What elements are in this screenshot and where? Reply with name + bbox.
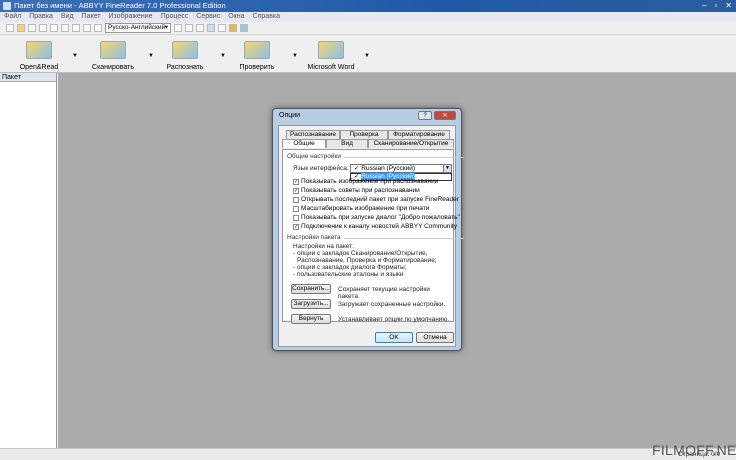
load-description: Загружает сохраненные настройки.	[338, 301, 446, 308]
tab-proofing[interactable]: Проверка	[340, 130, 388, 139]
checkbox-label: Показывать изображение при распознавании	[301, 178, 439, 185]
interface-language-select[interactable]: ✓ Russian (Русский) ▼	[350, 164, 452, 173]
menu-batch[interactable]: Пакет	[82, 12, 101, 22]
open-icon[interactable]	[17, 24, 25, 32]
chevron-down-icon[interactable]: ▼	[443, 165, 451, 172]
close-button[interactable]: ✕	[725, 0, 732, 12]
check-icon	[244, 41, 270, 59]
button-label: Проверить	[239, 64, 275, 71]
batch-panel-header: Пакет	[0, 73, 56, 82]
selected-language: Russian (Русский)	[361, 165, 416, 172]
zoom-in-icon[interactable]	[83, 24, 91, 32]
view-icon[interactable]	[207, 24, 215, 32]
checkbox-news-feed[interactable]: ✓ Подключение к каналу новостей ABBYY Com…	[293, 223, 457, 230]
wizard-icon[interactable]	[229, 24, 237, 32]
cancel-button[interactable]: Отмена	[416, 332, 454, 343]
menu-window[interactable]: Окна	[228, 12, 244, 22]
button-label: Open&Read	[19, 64, 59, 71]
main-toolbar: Open&Read ▼ Сканировать ▼ Распознать ▼ П…	[0, 36, 736, 73]
button-label: Сканировать	[92, 64, 134, 71]
save-description: Сохраняет текущие настройки пакета.	[338, 286, 430, 300]
tab-view[interactable]: Вид	[326, 139, 368, 148]
tab-scan-open[interactable]: Сканирование/Открытие	[368, 139, 454, 148]
scan-button[interactable]: Сканировать	[78, 39, 148, 71]
zoom-out-icon[interactable]	[94, 24, 102, 32]
title-bar: Пакет без имени - ABBYY FineReader 7.0 P…	[0, 0, 736, 12]
button-label: Microsoft Word	[307, 64, 355, 71]
recognize-button[interactable]: Распознать	[150, 39, 220, 71]
checkbox-welcome-dialog[interactable]: Показывать при запуске диалог "Добро пож…	[293, 214, 460, 221]
batch-panel: Пакет	[0, 73, 57, 448]
reset-description: Устанавливает опции по умолчанию.	[338, 316, 450, 323]
menu-view[interactable]: Вид	[61, 12, 74, 22]
checkbox-show-image[interactable]: ✓ Показывать изображение при распознавани…	[293, 178, 438, 185]
checkbox-label: Масштабировать изображение при печати	[301, 205, 430, 212]
view2-icon[interactable]	[218, 24, 226, 32]
paste-icon[interactable]	[50, 24, 58, 32]
menu-process[interactable]: Процесс	[161, 12, 189, 22]
layout2-icon[interactable]	[185, 24, 193, 32]
dialog-close-button[interactable]: ✕	[434, 111, 456, 120]
word-button[interactable]: Microsoft Word	[296, 39, 366, 71]
checkbox-open-last-batch[interactable]: Открывать последний пакет при запуске Fi…	[293, 196, 459, 203]
recognize-icon	[172, 41, 198, 59]
options-dialog: Опции ? ✕ Распознавание Проверка Формати…	[272, 108, 464, 351]
menu-tools[interactable]: Сервис	[196, 12, 220, 22]
status-bar: Страница: 0/0	[0, 448, 736, 460]
check-button[interactable]: Проверить	[222, 39, 292, 71]
menu-image[interactable]: Изображение	[108, 12, 152, 22]
app-icon	[3, 2, 11, 10]
window-title: Пакет без имени - ABBYY FineReader 7.0 P…	[14, 1, 226, 10]
menu-help[interactable]: Справка	[253, 12, 280, 22]
cut-icon[interactable]	[28, 24, 36, 32]
general-tab-panel: Общие настройки Язык интерфейса: ✓ Russi…	[282, 149, 464, 324]
toolbar: Русско-Английский	[0, 22, 736, 35]
general-group-label: Общие настройки	[287, 153, 464, 160]
open-read-button[interactable]: Open&Read	[4, 39, 74, 71]
chevron-down-icon[interactable]: ▼	[364, 53, 370, 59]
minimize-button[interactable]: –	[702, 0, 706, 12]
load-button[interactable]: Загрузить...	[291, 299, 331, 309]
copy-icon[interactable]	[39, 24, 47, 32]
checkbox-scale-print[interactable]: Масштабировать изображение при печати	[293, 205, 429, 212]
menu-file[interactable]: Файл	[4, 12, 21, 22]
open-read-icon	[26, 41, 52, 59]
checkbox-show-tips[interactable]: ✓ Показывать советы при распознавании	[293, 187, 420, 194]
new-icon[interactable]	[6, 24, 14, 32]
batch-group-label: Настройки пакета	[287, 234, 463, 241]
ok-button[interactable]: OK	[375, 332, 413, 343]
watermark: FILMOFF.NET	[652, 442, 736, 458]
tab-general[interactable]: Общие	[282, 139, 326, 148]
word-icon	[318, 41, 344, 59]
scan-icon	[100, 41, 126, 59]
menu-edit[interactable]: Правка	[29, 12, 53, 22]
tab-recognition[interactable]: Распознавание	[286, 130, 340, 139]
layout-icon[interactable]	[174, 24, 182, 32]
redo-icon[interactable]	[72, 24, 80, 32]
button-label: Распознать	[166, 64, 204, 71]
checkbox-label: Показывать советы при распознавании	[301, 187, 420, 194]
help-button[interactable]: ?	[418, 111, 432, 120]
maximize-button[interactable]: ▫	[714, 0, 717, 12]
language-label: Язык интерфейса:	[293, 165, 349, 172]
batch-text-5: - пользовательские эталоны и языки	[293, 271, 404, 278]
language-select[interactable]: Русско-Английский	[105, 23, 171, 33]
layout3-icon[interactable]	[196, 24, 204, 32]
checkbox-label: Показывать при запуске диалог "Добро пож…	[301, 214, 460, 221]
reset-button[interactable]: Вернуть	[291, 314, 331, 324]
book-icon[interactable]	[240, 24, 248, 32]
save-button[interactable]: Сохранить...	[291, 284, 331, 294]
menu-bar: Файл Правка Вид Пакет Изображение Процес…	[0, 12, 736, 22]
undo-icon[interactable]	[61, 24, 69, 32]
tab-formatting[interactable]: Форматирование	[388, 130, 450, 139]
checkbox-label: Открывать последний пакет при запуске Fi…	[301, 196, 459, 203]
checkbox-label: Подключение к каналу новостей ABBYY Comm…	[301, 223, 457, 230]
